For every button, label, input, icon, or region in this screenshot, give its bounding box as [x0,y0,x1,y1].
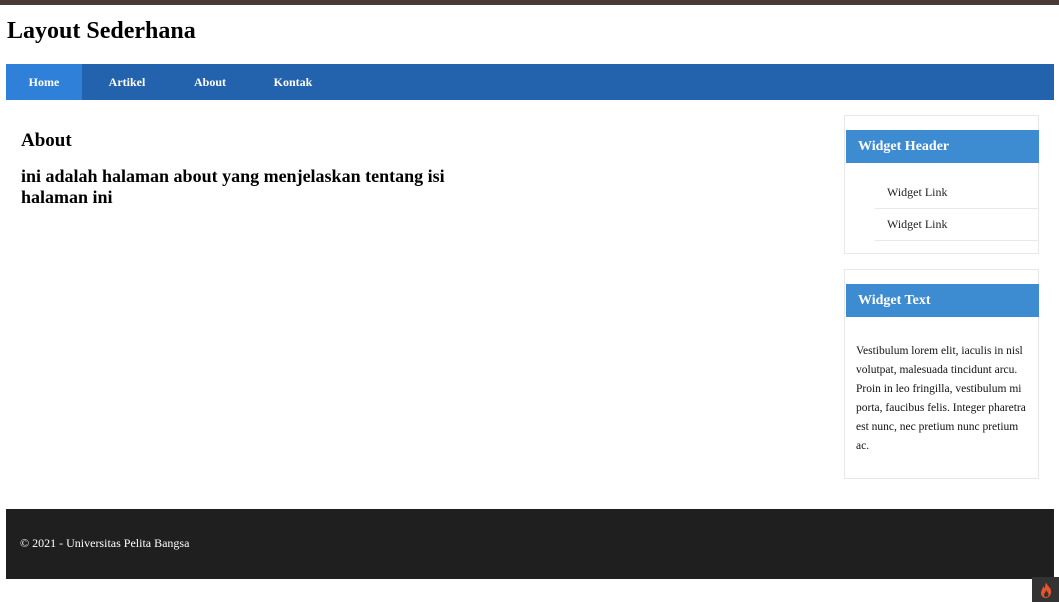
widget-header-title: Widget Header [846,130,1039,163]
site-title: Layout Sederhana [7,18,196,44]
widget-link-1[interactable]: Widget Link [875,177,1038,209]
nav-item-artikel[interactable]: Artikel [82,64,172,100]
nav-item-kontak[interactable]: Kontak [248,64,338,100]
footer-copyright: © 2021 - Universitas Pelita Bangsa [20,536,190,550]
widget-text-title: Widget Text [846,284,1039,317]
page-description: ini adalah halaman about yang menjelaska… [21,166,445,207]
widget-header-box: Widget Header Widget Link Widget Link [844,115,1039,254]
page-title: About [21,130,72,151]
flame-icon[interactable] [1032,577,1059,602]
widget-text-box: Widget Text Vestibulum lorem elit, iacul… [844,269,1039,479]
main-navbar: Home Artikel About Kontak [6,64,1054,100]
widget-link-list: Widget Link Widget Link [875,177,1038,241]
widget-link-2[interactable]: Widget Link [875,209,1038,241]
nav-item-home[interactable]: Home [6,64,82,100]
nav-item-about[interactable]: About [172,64,248,100]
widget-text-body: Vestibulum lorem elit, iaculis in nisl v… [856,345,1026,452]
top-border [0,0,1059,5]
footer: © 2021 - Universitas Pelita Bangsa [6,509,1054,579]
